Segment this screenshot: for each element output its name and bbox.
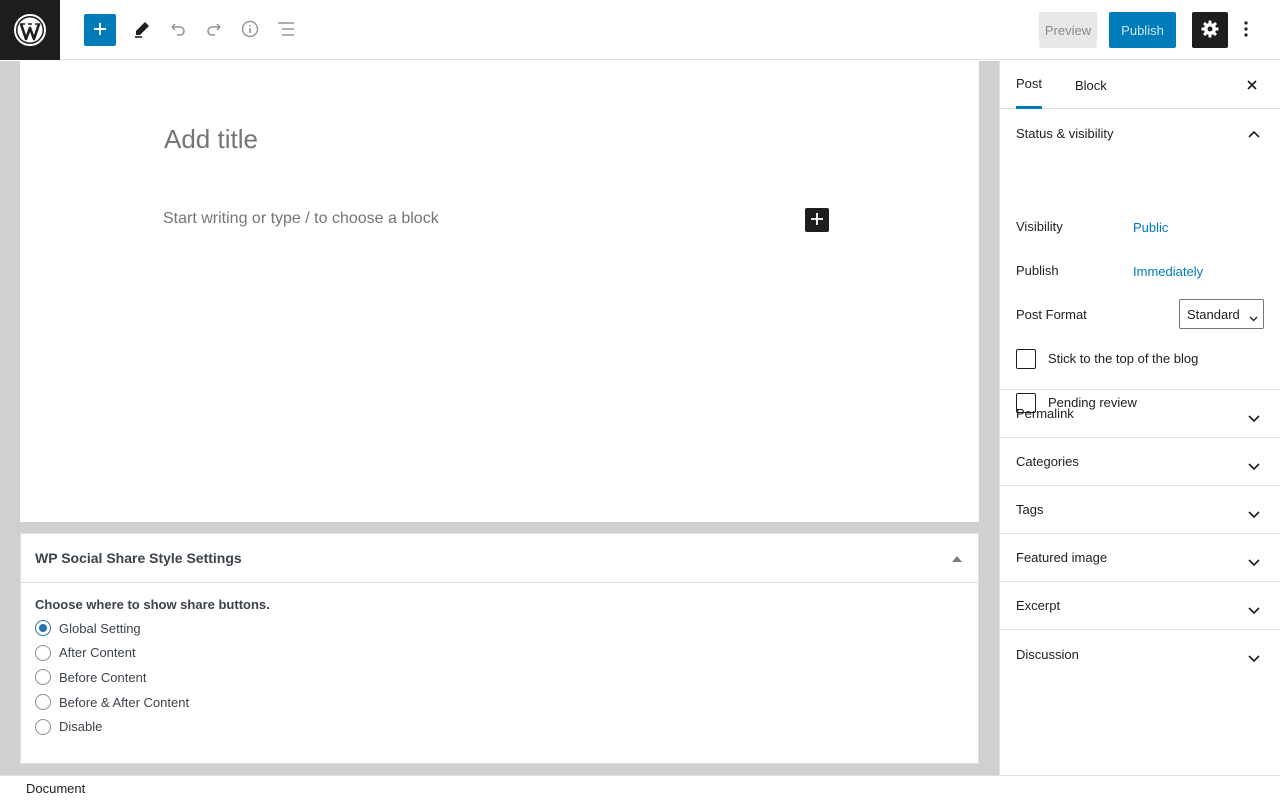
publish-date-label: Publish — [1016, 263, 1059, 278]
publish-button[interactable]: Publish — [1109, 12, 1176, 48]
radio-label: Before & After Content — [59, 694, 190, 710]
status-visibility-panel: Status & visibility Visibility Public Pu… — [1000, 109, 1280, 413]
radio-button[interactable] — [35, 620, 51, 637]
radio-label: Before Content — [59, 669, 147, 685]
panel-categories[interactable]: Categories — [1000, 438, 1280, 486]
close-icon[interactable] — [1244, 77, 1260, 93]
chevron-down-icon — [1249, 310, 1258, 325]
redo-icon — [204, 19, 224, 42]
metabox-header[interactable]: WP Social Share Style Settings — [21, 534, 978, 583]
settings-button[interactable] — [1192, 12, 1228, 48]
panel-discussion[interactable]: Discussion — [1000, 630, 1280, 678]
triangle-up-icon[interactable] — [950, 552, 964, 566]
panel-featured-image[interactable]: Featured image — [1000, 534, 1280, 582]
post-format-select[interactable]: Standard — [1179, 299, 1264, 329]
add-block-button[interactable] — [805, 208, 829, 232]
chevron-down-icon — [1248, 459, 1260, 474]
post-title-input[interactable]: Add title — [164, 124, 258, 155]
panel-title: Tags — [1016, 502, 1044, 517]
sticky-label: Stick to the top of the blog — [1048, 351, 1199, 366]
panel-title: Permalink — [1016, 406, 1074, 421]
list-view-button[interactable] — [270, 14, 302, 46]
radio-label: Disable — [59, 719, 103, 735]
radio-option-before-after-content[interactable]: Before & After Content — [35, 690, 964, 715]
plus-icon — [92, 21, 108, 40]
block-inserter-toggle-button[interactable] — [84, 14, 116, 46]
panel-title: Discussion — [1016, 646, 1079, 662]
chevron-down-icon — [1248, 603, 1260, 618]
breadcrumb[interactable]: Document — [26, 781, 85, 796]
radio-option-disable[interactable]: Disable — [35, 714, 964, 739]
radio-label: Global Setting — [59, 620, 141, 636]
tab-post[interactable]: Post — [1016, 61, 1043, 109]
chevron-down-icon — [1248, 507, 1260, 522]
info-icon — [240, 19, 260, 42]
post-format-label: Post Format — [1016, 307, 1087, 322]
radio-button[interactable] — [35, 694, 51, 711]
visibility-toggle[interactable]: Public — [1133, 220, 1168, 235]
panel-tags[interactable]: Tags — [1000, 486, 1280, 534]
preview-button[interactable]: Preview — [1039, 12, 1097, 48]
details-button[interactable] — [234, 14, 266, 46]
social-share-metabox: WP Social Share Style Settings Choose wh… — [20, 533, 979, 764]
chevron-down-icon — [1248, 555, 1260, 570]
visibility-label: Visibility — [1016, 219, 1063, 234]
radio-option-after-content[interactable]: After Content — [35, 641, 964, 666]
publish-date-toggle[interactable]: Immediately — [1133, 264, 1203, 279]
radio-option-global-setting[interactable]: Global Setting — [35, 616, 964, 641]
share-location-label: Choose where to show share buttons. — [35, 597, 270, 612]
gear-icon — [1200, 19, 1220, 42]
radio-button[interactable] — [35, 718, 51, 735]
chevron-down-icon — [1248, 651, 1260, 666]
radio-option-before-content[interactable]: Before Content — [35, 665, 964, 690]
post-format-value: Standard — [1187, 306, 1240, 322]
editor-footer: Document — [0, 775, 1280, 800]
radio-button[interactable] — [35, 644, 51, 661]
chevron-up-icon — [1248, 126, 1260, 141]
metabox-title: WP Social Share Style Settings — [35, 550, 242, 566]
paragraph-block-placeholder[interactable]: Start writing or type / to choose a bloc… — [163, 210, 439, 228]
panel-title: Status & visibility — [1016, 125, 1114, 141]
tab-block[interactable]: Block — [1075, 61, 1107, 109]
radio-label: After Content — [59, 645, 136, 661]
sidebar-tabs: Post Block — [1000, 61, 1280, 109]
pencil-icon — [132, 19, 152, 42]
list-view-icon — [276, 19, 296, 42]
redo-button[interactable] — [198, 14, 230, 46]
panel-title: Categories — [1016, 454, 1079, 469]
plus-icon — [810, 212, 824, 229]
panel-title: Excerpt — [1016, 598, 1061, 613]
status-visibility-header[interactable]: Status & visibility — [1000, 109, 1280, 157]
wordpress-logo-icon[interactable] — [0, 0, 60, 60]
tools-button[interactable] — [126, 14, 158, 46]
settings-sidebar: Post Block Status & visibility Visibilit… — [999, 61, 1280, 775]
undo-button[interactable] — [162, 14, 194, 46]
panel-permalink[interactable]: Permalink — [1000, 390, 1280, 438]
editor-header: Preview Publish — [0, 0, 1280, 60]
undo-icon — [168, 19, 188, 42]
sticky-checkbox[interactable] — [1016, 349, 1036, 369]
panel-title: Featured image — [1016, 550, 1108, 565]
chevron-down-icon — [1248, 411, 1260, 426]
panel-excerpt[interactable]: Excerpt — [1000, 582, 1280, 630]
radio-button[interactable] — [35, 669, 51, 686]
options-menu-button[interactable] — [1236, 12, 1256, 48]
more-vertical-icon — [1244, 20, 1248, 40]
